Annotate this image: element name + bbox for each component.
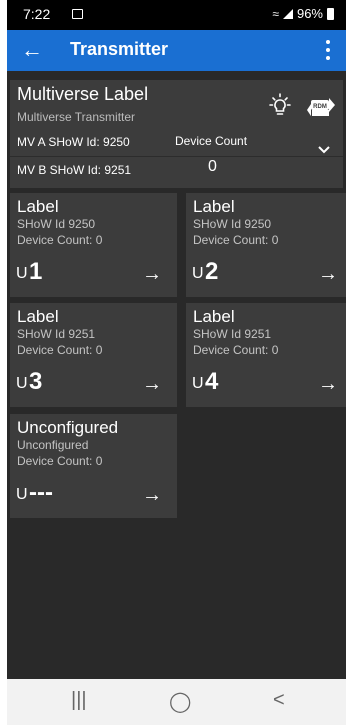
- universe-number: 3: [29, 368, 43, 395]
- universe-card-2[interactable]: Label SHoW Id 9250 Device Count: 0 U 2 →: [186, 193, 346, 297]
- universe-card-unconfigured[interactable]: Unconfigured Unconfigured Device Count: …: [10, 414, 177, 518]
- system-back-button[interactable]: <: [273, 689, 285, 712]
- universe-card-4[interactable]: Label SHoW Id 9251 Device Count: 0 U 4 →: [186, 303, 346, 407]
- arrow-right-icon[interactable]: →: [142, 263, 162, 286]
- rdm-icon[interactable]: RDM: [306, 92, 336, 120]
- arrow-right-icon[interactable]: →: [318, 373, 338, 396]
- arrow-right-icon[interactable]: →: [142, 373, 162, 396]
- universe-prefix: U: [16, 265, 28, 282]
- universe-card-1[interactable]: Label SHoW Id 9250 Device Count: 0 U 1 →: [10, 193, 177, 297]
- universe-device-count: Device Count: 0: [17, 233, 103, 247]
- divider: [10, 156, 343, 157]
- page-title: Transmitter: [70, 39, 169, 59]
- universe-show-id: SHoW Id 9250: [193, 217, 272, 231]
- system-nav-bar: ||| ◯ <: [7, 679, 346, 725]
- back-arrow-icon[interactable]: ←: [21, 37, 43, 63]
- chevron-down-icon[interactable]: [313, 142, 335, 158]
- universe-show-id: SHoW Id 9251: [193, 327, 272, 341]
- status-indicators: ≈ 96%: [272, 6, 334, 21]
- recents-button[interactable]: |||: [71, 689, 87, 712]
- universe-device-count: Device Count: 0: [17, 343, 103, 357]
- universe-label: Unconfigured: [17, 418, 119, 437]
- universe-show-id: Unconfigured: [17, 438, 89, 452]
- mv-b-show-id: MV B SHoW Id: 9251: [17, 163, 132, 177]
- universe-number: 4: [205, 368, 219, 395]
- app-bar: ← Transmitter: [7, 30, 346, 71]
- more-vertical-icon[interactable]: [320, 36, 336, 66]
- phone-frame: 7:22 ≈ 96% ← Transmitter Multiverse Labe…: [0, 0, 353, 725]
- universe-label: Label: [193, 307, 235, 326]
- device-count-label: Device Count: [175, 134, 248, 148]
- multiverse-subtitle: Multiverse Transmitter: [17, 110, 136, 124]
- universe-number: 1: [29, 258, 43, 285]
- multiverse-card: Multiverse Label Multiverse Transmitter …: [10, 80, 343, 188]
- notification-icon: [72, 9, 83, 19]
- universe-prefix: U: [16, 375, 28, 392]
- lightbulb-icon[interactable]: [265, 92, 295, 120]
- universe-device-count: Device Count: 0: [17, 454, 103, 468]
- signal-icon: [282, 8, 293, 19]
- universe-label: Label: [17, 197, 59, 216]
- universe-card-3[interactable]: Label SHoW Id 9251 Device Count: 0 U 3 →: [10, 303, 177, 407]
- battery-icon: [327, 7, 334, 20]
- universe-prefix: U: [192, 375, 204, 392]
- universe-number: ---: [29, 479, 53, 506]
- device-count-value: 0: [208, 158, 217, 175]
- universe-device-count: Device Count: 0: [193, 233, 279, 247]
- universe-label: Label: [17, 307, 59, 326]
- universe-device-count: Device Count: 0: [193, 343, 279, 357]
- mv-a-show-id: MV A SHoW Id: 9250: [17, 135, 130, 149]
- battery-percent: 96%: [296, 6, 323, 21]
- app-screen: 7:22 ≈ 96% ← Transmitter Multiverse Labe…: [7, 0, 346, 725]
- universe-prefix: U: [192, 265, 204, 282]
- universe-number: 2: [205, 258, 219, 285]
- universe-prefix: U: [16, 486, 28, 503]
- wifi-icon: ≈: [272, 6, 279, 21]
- status-bar: 7:22 ≈ 96%: [7, 0, 346, 30]
- universe-show-id: SHoW Id 9251: [17, 327, 96, 341]
- universe-show-id: SHoW Id 9250: [17, 217, 96, 231]
- svg-text:RDM: RDM: [313, 104, 327, 110]
- home-button[interactable]: ◯: [169, 689, 191, 714]
- multiverse-label: Multiverse Label: [17, 84, 149, 104]
- universe-label: Label: [193, 197, 235, 216]
- arrow-right-icon[interactable]: →: [318, 263, 338, 286]
- arrow-right-icon[interactable]: →: [142, 484, 162, 507]
- status-time: 7:22: [23, 6, 51, 22]
